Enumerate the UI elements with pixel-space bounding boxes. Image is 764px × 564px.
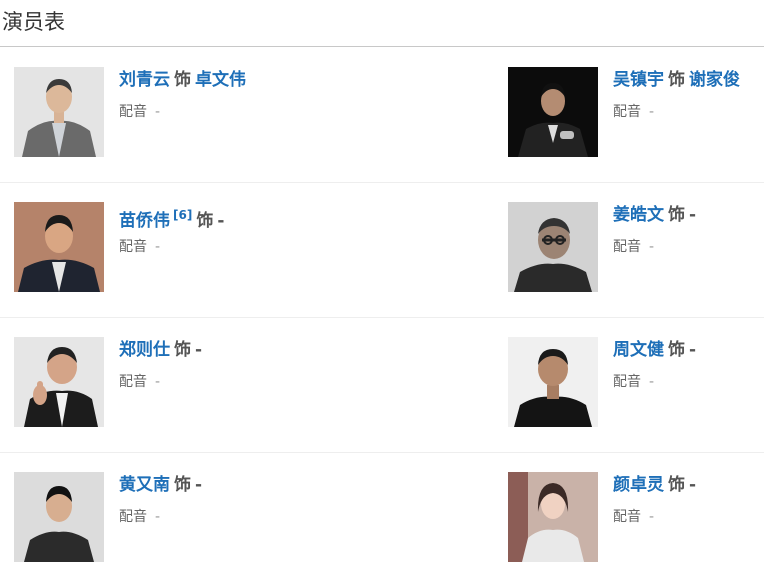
voice-label: 配音: [119, 104, 147, 120]
voice-label: 配音: [119, 374, 147, 390]
cast-item: 苗侨伟 [6] 饰 - 配音 -: [14, 202, 374, 294]
reference-link[interactable]: [6]: [173, 208, 192, 222]
voice-label: 配音: [119, 239, 147, 255]
role-value: -: [689, 205, 697, 225]
cast-item: 郑则仕饰 - 配音 -: [14, 337, 374, 429]
row-divider: [0, 317, 764, 318]
actor-name-link[interactable]: 黄又南: [119, 475, 170, 495]
actor-name-link[interactable]: 周文健: [613, 340, 664, 360]
voice-label: 配音: [119, 509, 147, 525]
role-value: -: [195, 340, 203, 360]
actor-name-link[interactable]: 姜皓文: [613, 205, 664, 225]
actor-photo[interactable]: [508, 202, 598, 292]
row-divider: [0, 182, 764, 183]
actor-photo[interactable]: [14, 472, 104, 562]
voice-value: -: [155, 104, 161, 120]
voice-label: 配音: [613, 374, 641, 390]
as-label: 饰: [174, 70, 191, 90]
as-label: 饰: [174, 475, 191, 495]
cast-item: 周文健饰 - 配音 -: [508, 337, 764, 429]
cast-item: 刘青云饰卓文伟 配音 -: [14, 67, 374, 159]
actor-name-link[interactable]: 吴镇宇: [613, 70, 664, 90]
section-title: 演员表: [2, 10, 65, 34]
actor-photo[interactable]: [508, 337, 598, 427]
as-label: 饰: [668, 70, 685, 90]
actor-photo[interactable]: [14, 67, 104, 157]
role-value: -: [195, 475, 203, 495]
role-value: -: [217, 211, 225, 231]
voice-label: 配音: [613, 509, 641, 525]
actor-name-link[interactable]: 刘青云: [119, 70, 170, 90]
role-name-link[interactable]: 卓文伟: [195, 70, 246, 90]
row-divider: [0, 452, 764, 453]
as-label: 饰: [668, 205, 685, 225]
actor-photo[interactable]: [14, 202, 104, 292]
role-value: -: [689, 475, 697, 495]
voice-value: -: [155, 509, 161, 525]
voice-value: -: [649, 104, 655, 120]
title-divider: [0, 46, 764, 47]
as-label: 饰: [668, 475, 685, 495]
cast-item: 黄又南饰 - 配音 -: [14, 472, 374, 564]
as-label: 饰: [668, 340, 685, 360]
cast-item: 姜皓文饰 - 配音 -: [508, 202, 764, 294]
actor-name-link[interactable]: 颜卓灵: [613, 475, 664, 495]
role-value: -: [689, 340, 697, 360]
voice-value: -: [155, 374, 161, 390]
actor-name-link[interactable]: 苗侨伟: [119, 211, 170, 231]
cast-item: 吴镇宇饰谢家俊 配音 -: [508, 67, 764, 159]
voice-value: -: [649, 239, 655, 255]
cast-item: 颜卓灵饰 - 配音 -: [508, 472, 764, 564]
actor-name-link[interactable]: 郑则仕: [119, 340, 170, 360]
voice-value: -: [155, 239, 161, 255]
voice-value: -: [649, 509, 655, 525]
actor-photo[interactable]: [508, 472, 598, 562]
actor-photo[interactable]: [508, 67, 598, 157]
voice-label: 配音: [613, 104, 641, 120]
voice-value: -: [649, 374, 655, 390]
role-name-link[interactable]: 谢家俊: [689, 70, 740, 90]
voice-label: 配音: [613, 239, 641, 255]
actor-photo[interactable]: [14, 337, 104, 427]
as-label: 饰: [196, 211, 214, 231]
as-label: 饰: [174, 340, 191, 360]
